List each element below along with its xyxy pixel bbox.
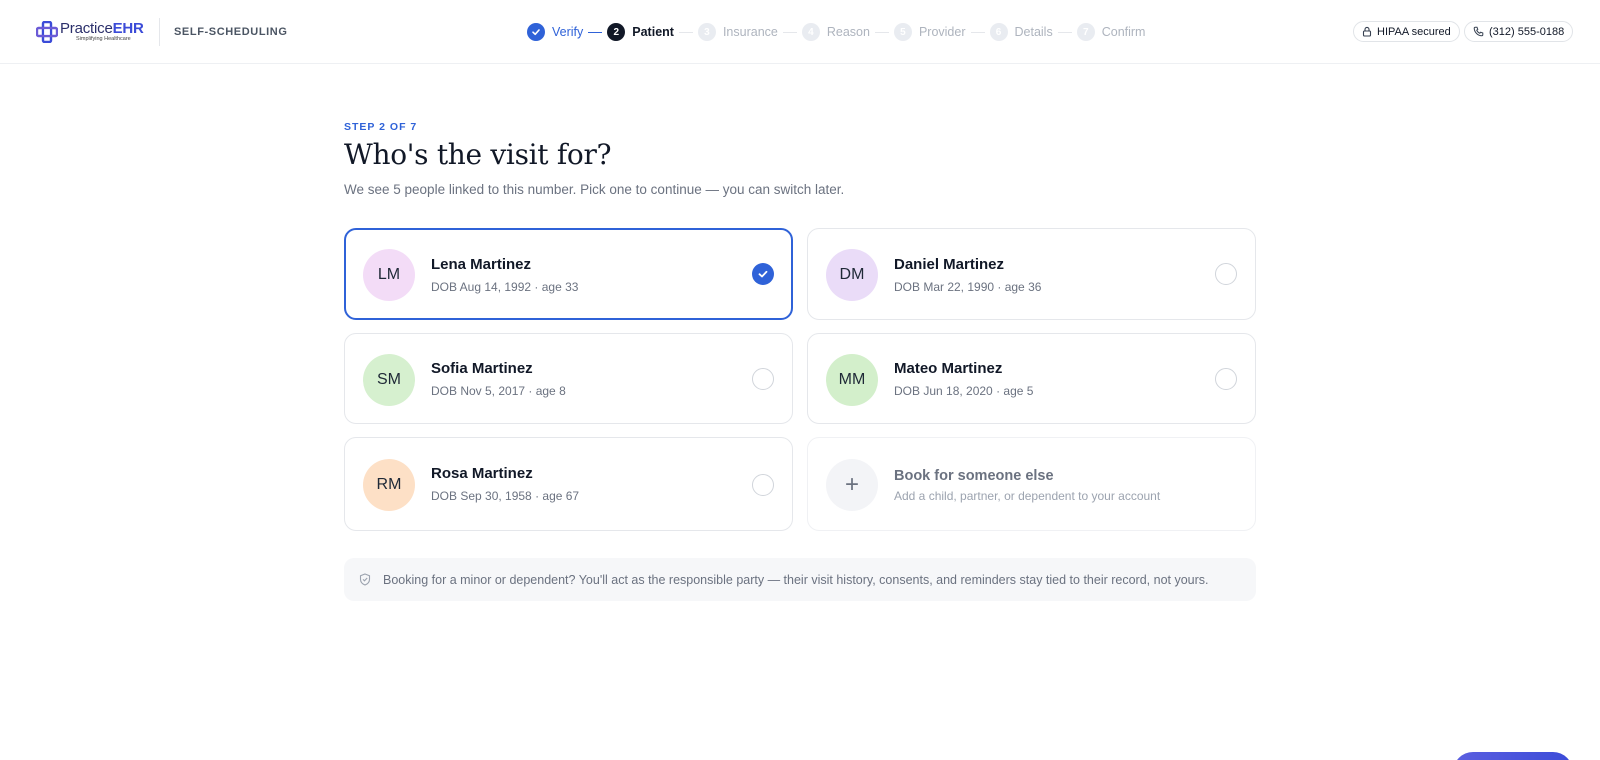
- step-indicator: STEP 2 OF 7: [344, 121, 418, 133]
- check-icon: [527, 23, 545, 41]
- step-label: Provider: [918, 25, 966, 39]
- step-number: 2: [607, 23, 626, 41]
- step-label: Patient: [632, 25, 674, 39]
- patient-name: Mateo Martinez: [894, 360, 1003, 377]
- add-person-subtitle: Add a child, partner, or dependent to yo…: [894, 489, 1161, 503]
- step-number: 7: [1076, 23, 1095, 41]
- patient-card-rosa-martinez[interactable]: RM Rosa Martinez DOB Sep 30, 1958 · age …: [344, 437, 793, 531]
- phone-icon: [1473, 26, 1484, 37]
- progress-stepper: Verify 2 Patient 3 Insurance 4 Reason 5 …: [527, 22, 1145, 42]
- radio-button[interactable]: [752, 474, 774, 496]
- selected-check-icon[interactable]: [752, 263, 774, 285]
- step-details: 6 Details: [989, 23, 1053, 41]
- top-header: PracticeEHR Simplifying Healthcare SELF-…: [0, 0, 1600, 64]
- floating-action-button[interactable]: [1453, 752, 1573, 760]
- avatar: DM: [826, 249, 878, 301]
- avatar: RM: [363, 459, 415, 511]
- phone-link[interactable]: (312) 555-0188: [1464, 21, 1574, 42]
- step-reason: 4 Reason: [801, 23, 870, 41]
- step-number: 4: [801, 23, 820, 41]
- step-connector: [874, 31, 889, 33]
- step-connector: [970, 31, 985, 33]
- shield-icon: [359, 573, 371, 586]
- step-label: Insurance: [722, 25, 778, 39]
- phone-number: (312) 555-0188: [1489, 25, 1565, 38]
- step-connector: [782, 31, 797, 33]
- page-title: Who's the visit for?: [344, 138, 612, 171]
- patient-dob: DOB Nov 5, 2017 · age 8: [431, 384, 566, 398]
- step-connector: [588, 31, 603, 33]
- patient-card-sofia-martinez[interactable]: SM Sofia Martinez DOB Nov 5, 2017 · age …: [344, 333, 793, 424]
- step-patient: 2 Patient: [607, 23, 674, 41]
- logo-wordmark: PracticeEHR: [60, 20, 144, 38]
- step-label: Confirm: [1101, 25, 1146, 39]
- section-label: SELF-SCHEDULING: [174, 26, 288, 38]
- lock-icon: [1362, 26, 1372, 37]
- hipaa-label: HIPAA secured: [1377, 25, 1451, 38]
- patient-dob: DOB Sep 30, 1958 · age 67: [431, 489, 580, 503]
- page-subtitle: We see 5 people linked to this number. P…: [344, 182, 845, 197]
- patient-name: Sofia Martinez: [431, 360, 533, 377]
- avatar: MM: [826, 354, 878, 406]
- step-number: 5: [893, 23, 912, 41]
- book-for-someone-else-card[interactable]: + Book for someone else Add a child, par…: [807, 437, 1256, 531]
- add-person-title: Book for someone else: [894, 468, 1054, 484]
- patient-name: Lena Martinez: [431, 256, 532, 273]
- radio-button[interactable]: [1215, 368, 1237, 390]
- step-connector: [1057, 31, 1072, 33]
- patient-card-daniel-martinez[interactable]: DM Daniel Martinez DOB Mar 22, 1990 · ag…: [807, 228, 1256, 320]
- step-insurance: 3 Insurance: [697, 23, 778, 41]
- patient-name: Rosa Martinez: [431, 465, 533, 482]
- patient-dob: DOB Mar 22, 1990 · age 36: [894, 280, 1042, 294]
- logo-tagline: Simplifying Healthcare: [76, 36, 131, 43]
- patient-card-mateo-martinez[interactable]: MM Mateo Martinez DOB Jun 18, 2020 · age…: [807, 333, 1256, 424]
- step-label: Details: [1014, 25, 1053, 39]
- avatar: SM: [363, 354, 415, 406]
- patient-dob: DOB Jun 18, 2020 · age 5: [894, 384, 1034, 398]
- patient-name: Daniel Martinez: [894, 256, 1005, 273]
- avatar: LM: [363, 249, 415, 301]
- medical-cross-icon: [35, 20, 59, 44]
- radio-button[interactable]: [1215, 263, 1237, 285]
- notice-text: Booking for a minor or dependent? You'll…: [383, 572, 1209, 587]
- header-divider: [159, 18, 160, 46]
- step-confirm: 7 Confirm: [1076, 23, 1146, 41]
- step-label: Reason: [826, 25, 870, 39]
- patient-card-lena-martinez[interactable]: LM Lena Martinez DOB Aug 14, 1992 · age …: [344, 228, 793, 320]
- step-verify[interactable]: Verify: [527, 23, 583, 41]
- step-provider: 5 Provider: [893, 23, 966, 41]
- step-connector: [678, 31, 693, 33]
- step-number: 6: [989, 23, 1008, 41]
- practice-ehr-logo[interactable]: PracticeEHR Simplifying Healthcare: [35, 18, 144, 46]
- step-number: 3: [697, 23, 716, 41]
- hipaa-badge: HIPAA secured: [1353, 21, 1460, 42]
- patient-dob: DOB Aug 14, 1992 · age 33: [431, 280, 579, 294]
- plus-icon: +: [826, 459, 878, 511]
- step-label: Verify: [552, 25, 584, 39]
- dependent-notice: Booking for a minor or dependent? You'll…: [344, 558, 1256, 601]
- radio-button[interactable]: [752, 368, 774, 390]
